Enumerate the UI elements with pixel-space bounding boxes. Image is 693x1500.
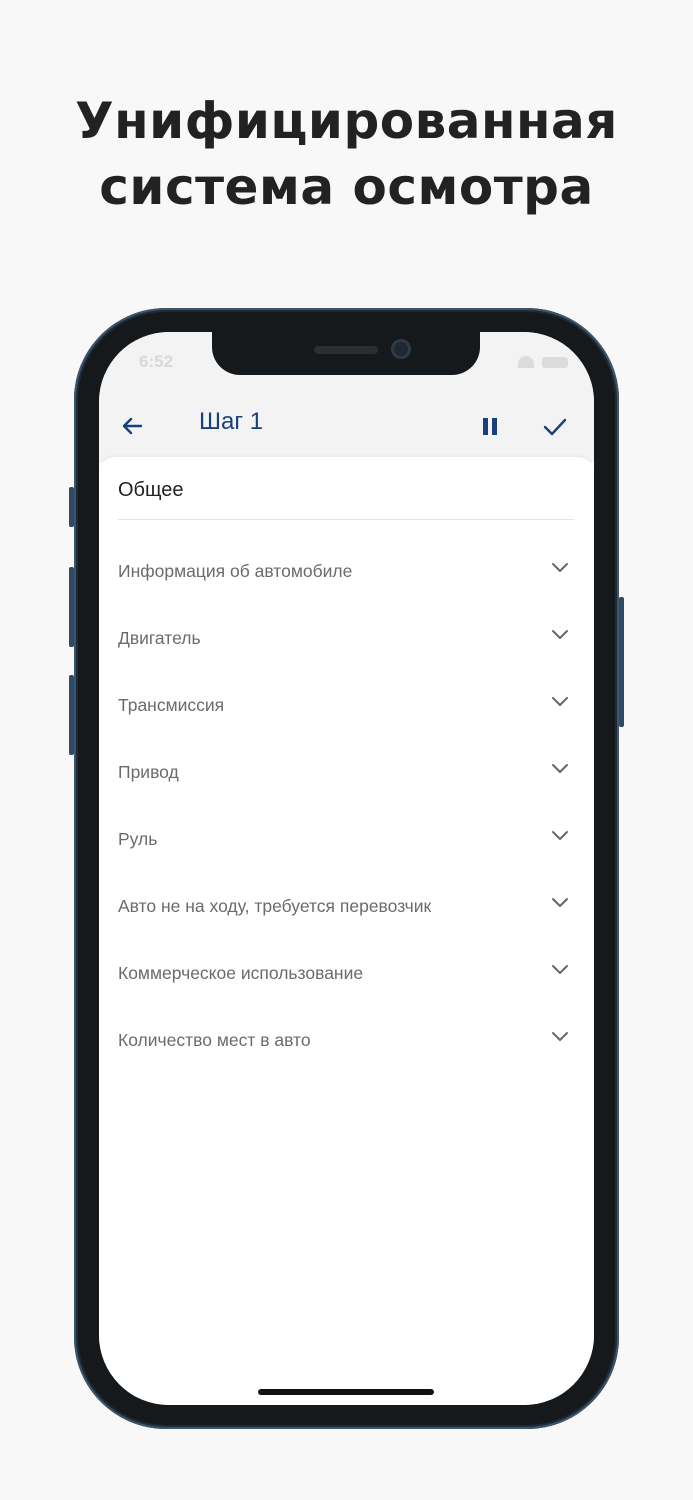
- chevron-down-icon: [552, 1032, 568, 1041]
- promo-headline: Унифицированная система осмотра: [0, 88, 693, 220]
- app-bar: Шаг 1: [99, 392, 594, 462]
- list-item-label: Руль: [118, 829, 158, 849]
- power-button: [619, 597, 624, 727]
- headline-line-1: Унифицированная: [75, 92, 618, 150]
- status-time: 6:52: [139, 352, 174, 371]
- list-item-steering[interactable]: Руль: [99, 807, 594, 874]
- chevron-down-icon: [552, 764, 568, 773]
- list-item-vehicle-info[interactable]: Информация об автомобиле: [99, 539, 594, 606]
- pause-button[interactable]: [475, 412, 505, 442]
- list-item-not-running[interactable]: Авто не на ходу, требуется перевозчик: [99, 874, 594, 941]
- list-item-label: Информация об автомобиле: [118, 561, 353, 581]
- list-item-label: Количество мест в авто: [118, 1030, 311, 1050]
- section-divider: [118, 519, 574, 520]
- finish-button[interactable]: [540, 412, 570, 442]
- silent-switch: [69, 487, 74, 527]
- volume-down-button: [69, 675, 74, 755]
- volume-up-button: [69, 567, 74, 647]
- list-item-transmission[interactable]: Трансмиссия: [99, 673, 594, 740]
- arrow-left-icon: [122, 417, 143, 435]
- battery-icon: [542, 356, 568, 368]
- list-item-label: Трансмиссия: [118, 695, 225, 715]
- back-button[interactable]: [117, 411, 147, 441]
- section-list: Информация об автомобиле Двигатель Транс…: [99, 539, 594, 1075]
- wifi-icon: [518, 356, 534, 368]
- list-item-drive[interactable]: Привод: [99, 740, 594, 807]
- section-title: Общее: [118, 479, 184, 501]
- speaker-grille: [314, 346, 378, 354]
- phone-screen: 6:52 Шаг 1 Общее Информация об автомобил…: [99, 332, 594, 1405]
- list-item-label: Коммерческое использование: [118, 963, 364, 983]
- check-icon: [543, 418, 567, 436]
- list-item-label: Привод: [118, 762, 179, 782]
- list-item-engine[interactable]: Двигатель: [99, 606, 594, 673]
- pause-icon: [483, 418, 497, 435]
- chevron-down-icon: [552, 965, 568, 974]
- headline-line-2: система осмотра: [99, 158, 594, 216]
- list-item-label: Авто не на ходу, требуется перевозчик: [118, 896, 432, 916]
- chevron-down-icon: [552, 563, 568, 572]
- chevron-down-icon: [552, 831, 568, 840]
- step-title: Шаг 1: [199, 408, 264, 435]
- list-item-commercial-use[interactable]: Коммерческое использование: [99, 941, 594, 1008]
- chevron-down-icon: [552, 697, 568, 706]
- inspection-card: Общее Информация об автомобиле Двигатель…: [99, 457, 594, 1405]
- chevron-down-icon: [552, 630, 568, 639]
- home-indicator[interactable]: [258, 1389, 434, 1395]
- chevron-down-icon: [552, 898, 568, 907]
- list-item-seat-count[interactable]: Количество мест в авто: [99, 1008, 594, 1075]
- list-item-label: Двигатель: [118, 628, 201, 648]
- status-icons: [518, 356, 568, 368]
- camera-icon: [391, 339, 411, 359]
